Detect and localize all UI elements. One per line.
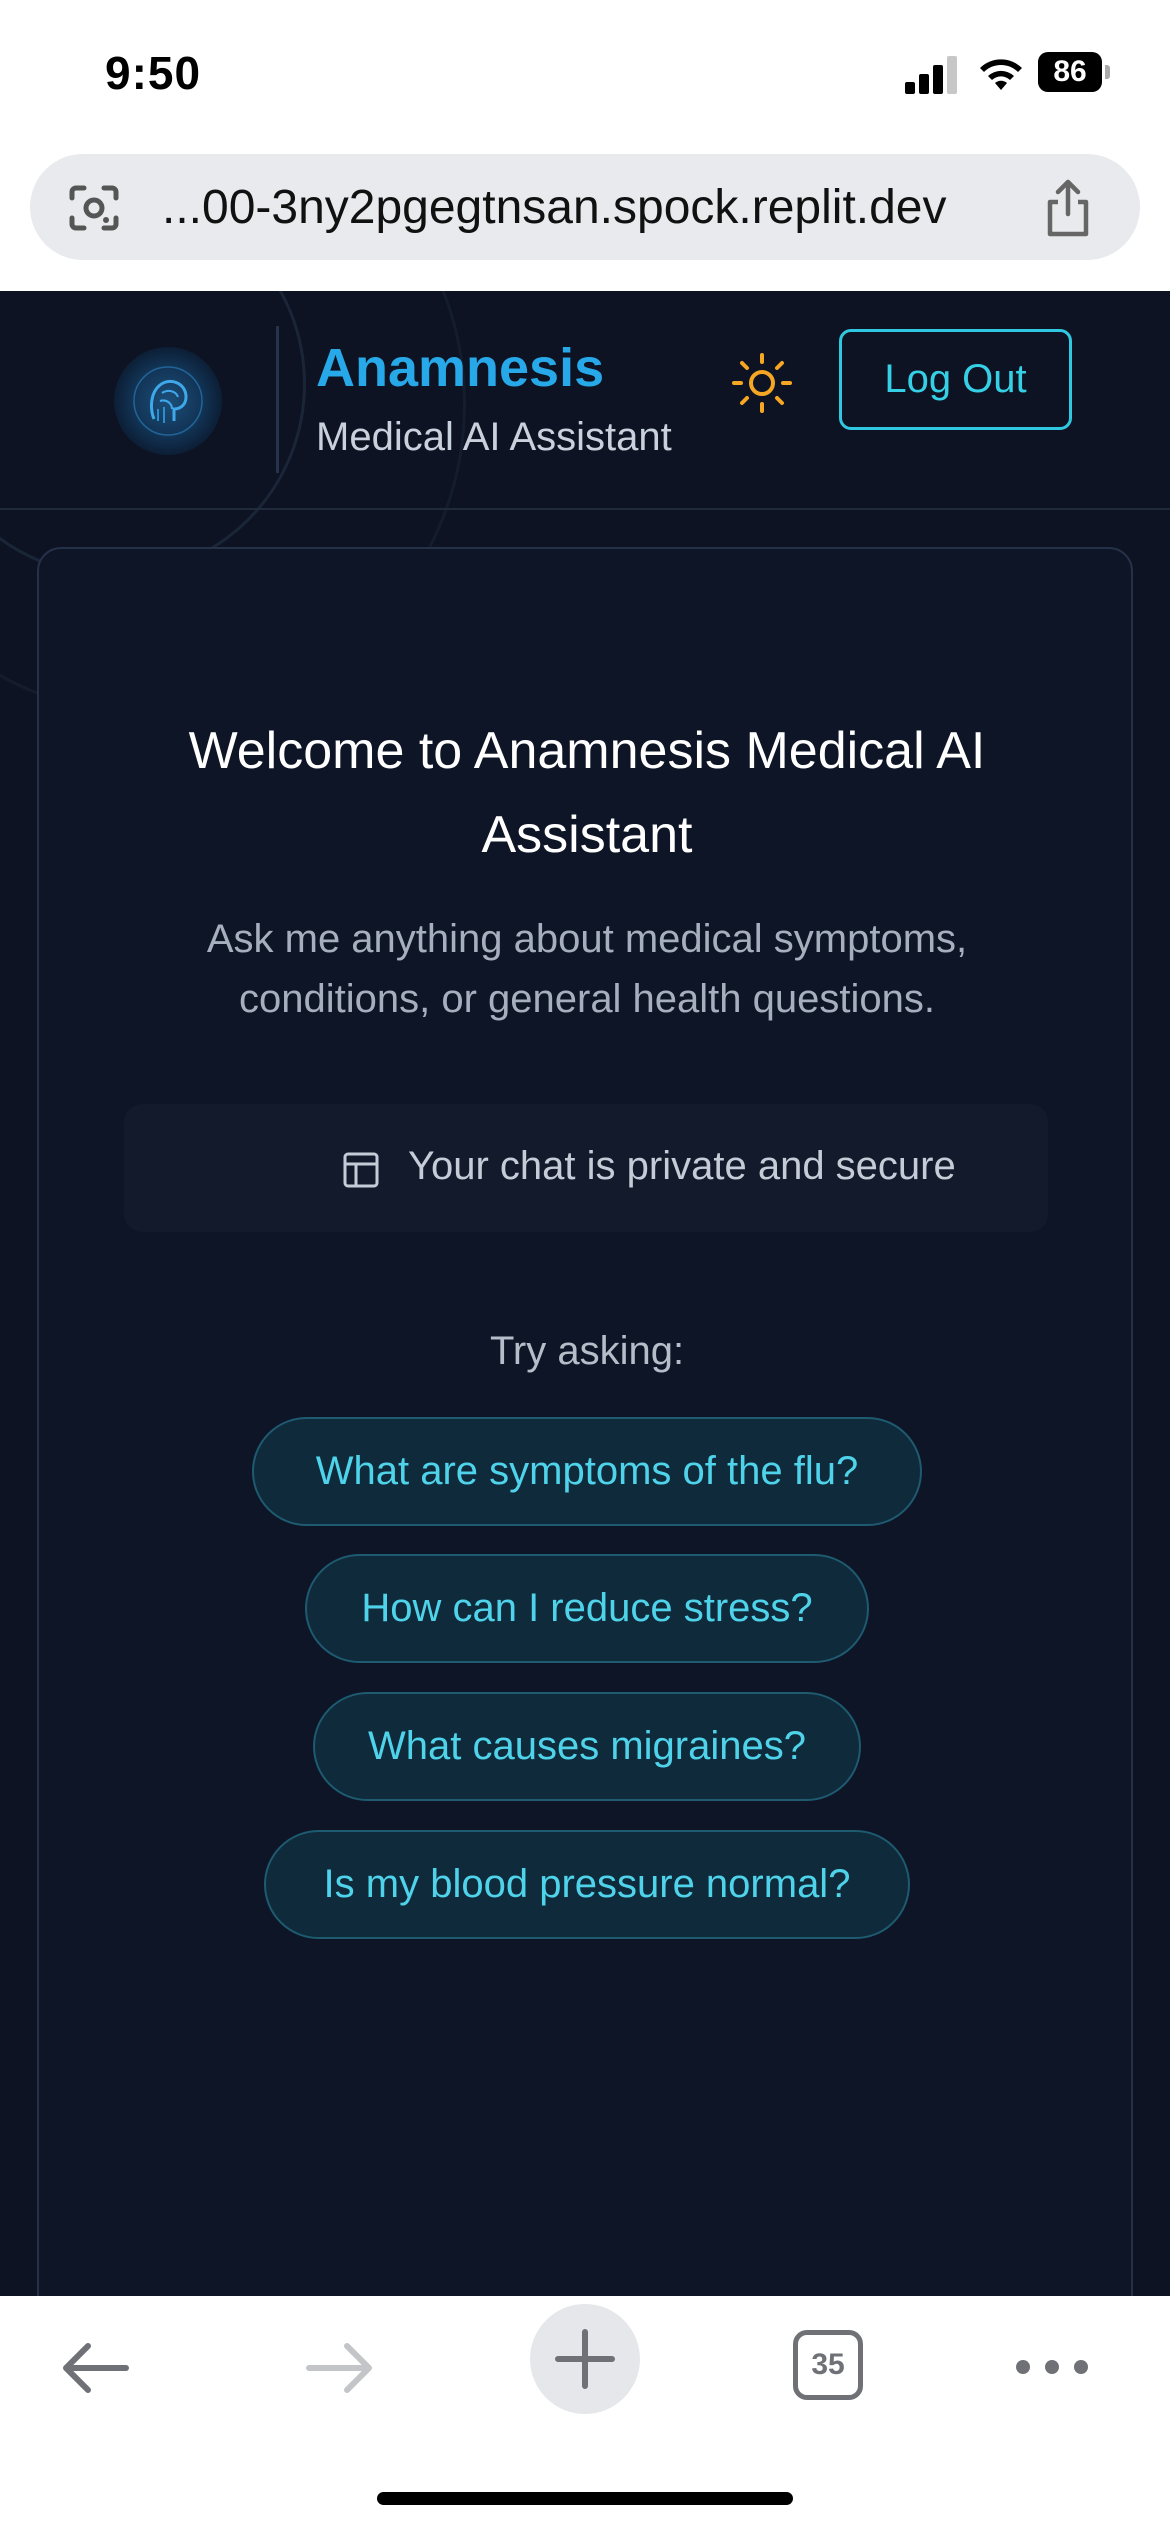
url-text[interactable]: ...00-3ny2pgegtnsan.spock.replit.dev xyxy=(162,180,947,235)
browser-url-row: ...00-3ny2pgegtnsan.spock.replit.dev xyxy=(0,150,1170,291)
suggestion-chip[interactable]: What are symptoms of the flu? xyxy=(252,1417,922,1526)
status-time: 9:50 xyxy=(105,47,202,99)
app-header: Anamnesis Medical AI Assistant Log Out xyxy=(0,291,1170,510)
app-title: Anamnesis xyxy=(316,338,605,398)
suggestion-chip[interactable]: Is my blood pressure normal? xyxy=(264,1830,910,1939)
plus-icon xyxy=(555,2329,615,2389)
welcome-heading: Welcome to Anamnesis Medical AI Assistan… xyxy=(39,709,1135,877)
share-icon[interactable] xyxy=(1040,178,1096,238)
app-viewport: Anamnesis Medical AI Assistant Log Out W… xyxy=(0,291,1170,2296)
layout-icon xyxy=(343,1152,379,1188)
welcome-card: Welcome to Anamnesis Medical AI Assistan… xyxy=(37,547,1133,2296)
suggestion-chip[interactable]: What causes migraines? xyxy=(313,1692,861,1801)
home-indicator xyxy=(377,2492,793,2505)
welcome-heading-line2: Assistant xyxy=(481,806,693,864)
forward-arrow-icon[interactable] xyxy=(303,2340,377,2396)
wifi-icon xyxy=(980,59,1022,90)
header-divider xyxy=(276,326,279,473)
privacy-text: Your chat is private and secure xyxy=(408,1144,956,1188)
tab-count-button[interactable]: 35 xyxy=(793,2330,863,2400)
welcome-heading-line1: Welcome to Anamnesis Medical AI xyxy=(188,722,986,780)
privacy-notice: Your chat is private and secure xyxy=(124,1104,1048,1232)
more-icon[interactable] xyxy=(1014,2358,1090,2376)
app-subtitle: Medical AI Assistant xyxy=(316,415,672,459)
browser-toolbar: 35 xyxy=(0,2296,1170,2532)
cellular-signal-icon xyxy=(905,54,957,94)
back-arrow-icon[interactable] xyxy=(58,2340,132,2396)
lens-icon[interactable] xyxy=(66,184,122,232)
welcome-description: Ask me anything about medical symptoms, … xyxy=(139,909,1035,1029)
new-tab-button[interactable] xyxy=(530,2304,640,2414)
welcome-description-line1: Ask me anything about medical symptoms, xyxy=(206,917,968,961)
url-bar[interactable]: ...00-3ny2pgegtnsan.spock.replit.dev xyxy=(30,154,1140,260)
battery-icon: 86 xyxy=(1038,52,1110,92)
welcome-description-line2: conditions, or general health questions. xyxy=(238,977,935,1021)
logout-button[interactable]: Log Out xyxy=(839,329,1072,430)
brain-logo-icon xyxy=(114,347,222,455)
status-bar: 9:50 86 xyxy=(0,0,1170,150)
battery-level: 86 xyxy=(1038,52,1102,92)
suggestion-chip[interactable]: How can I reduce stress? xyxy=(305,1554,869,1663)
sun-icon[interactable] xyxy=(730,351,794,415)
try-asking-label: Try asking: xyxy=(489,1329,685,1373)
